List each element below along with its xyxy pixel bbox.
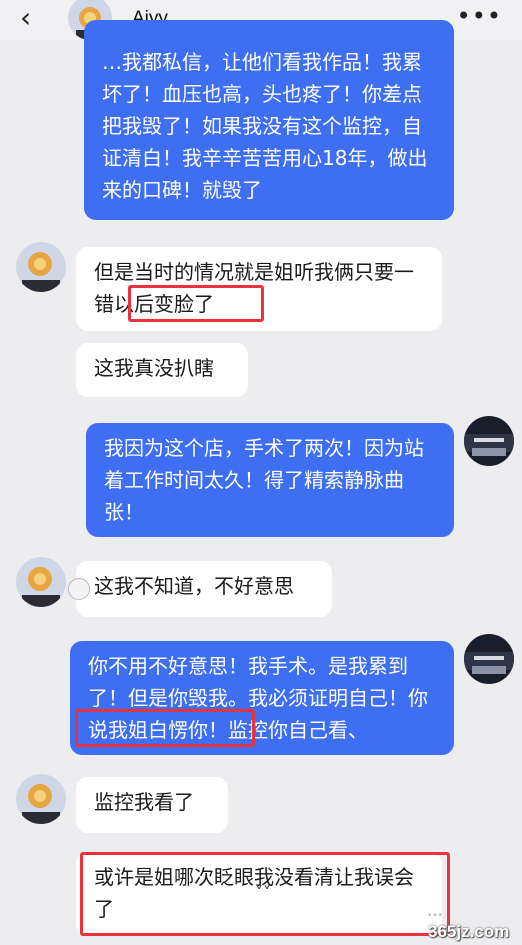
double-chevron-down-icon[interactable]: ˅˅ [255, 883, 271, 902]
watermark-mark: ••• [427, 911, 443, 921]
message-bubble-incoming: 监控我看了 [76, 777, 228, 833]
chevron-left-icon[interactable]: ‹ [20, 4, 31, 32]
message-bubble-incoming: 这我真没扒瞎 [76, 343, 248, 397]
more-dots-icon[interactable]: ••• [457, 2, 502, 30]
highlight-box [75, 709, 255, 747]
own-avatar[interactable] [464, 416, 514, 466]
sender-avatar[interactable] [16, 242, 66, 292]
read-status-icon [68, 578, 90, 600]
watermark-text: 365jz.com [428, 922, 510, 941]
message-bubble-incoming: 这我不知道，不好意思 [76, 561, 332, 617]
highlight-box [128, 285, 264, 322]
sender-avatar[interactable] [16, 557, 66, 607]
message-bubble-outgoing: 我因为这个店，手术了两次！因为站着工作时间太久！得了精索静脉曲张！ [86, 423, 454, 537]
sender-avatar[interactable] [16, 774, 66, 824]
message-bubble-outgoing: …我都私信，让他们看我作品！我累坏了！血压也高，头也疼了！你差点把我毁了！如果我… [84, 20, 454, 220]
own-avatar[interactable] [464, 634, 514, 684]
